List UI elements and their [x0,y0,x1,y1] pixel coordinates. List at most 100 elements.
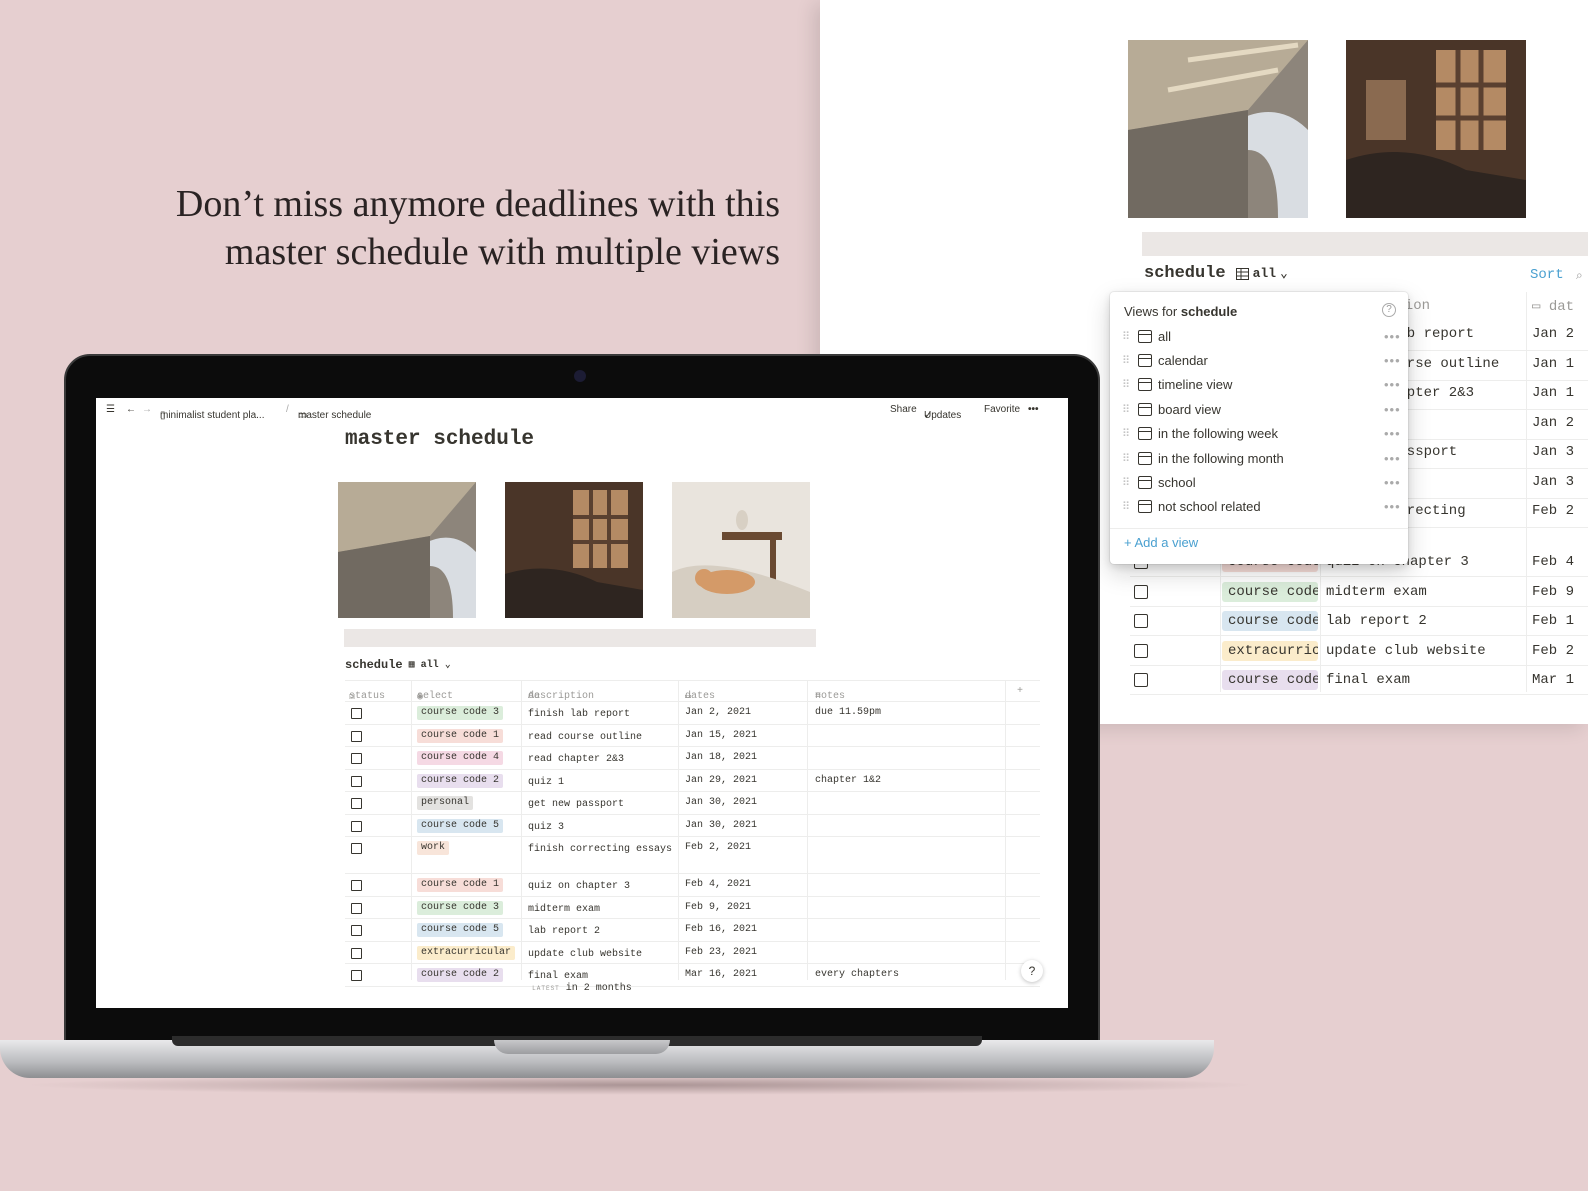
description-cell[interactable]: finish correcting essays [528,842,678,857]
menu-icon[interactable]: ☰ [106,404,115,415]
table-row[interactable]: course code 4 read chapter 2&3 Jan 18, 202… [345,747,1040,770]
date-cell[interactable]: Mar 16, 2021 [685,969,757,980]
table-row[interactable]: work finish correcting essays Feb 2, 2021 [345,837,1040,874]
drag-handle-icon[interactable]: ⠿ [1116,378,1134,391]
more-options-icon[interactable]: ••• [1384,475,1408,490]
description-cell[interactable]: finish lab report [528,707,678,722]
date-cell[interactable]: Jan 29, 2021 [685,775,757,786]
status-checkbox[interactable] [351,970,362,981]
date-cell[interactable]: Feb 16, 2021 [685,924,757,935]
table-row[interactable]: course code 1 quiz on chapter 3 Feb 4, 202… [345,874,1040,897]
view-item[interactable]: ⠿ not school related ••• [1110,495,1408,519]
description-cell[interactable]: final exam [528,969,678,984]
description-cell[interactable]: update club website [528,947,678,962]
select-tag[interactable]: course code 1 [417,878,504,892]
drag-handle-icon[interactable]: ⠿ [1116,500,1134,513]
date-cell[interactable]: Jan 18, 2021 [685,752,757,763]
select-tag[interactable]: course code 4 [417,751,504,765]
view-item[interactable]: ⠿ calendar ••• [1110,348,1408,372]
status-checkbox[interactable] [1134,614,1148,628]
notes-cell[interactable]: chapter 1&2 [815,775,881,786]
help-button[interactable]: ? [1021,960,1043,982]
description-cell[interactable]: quiz on chapter 3 [528,879,678,894]
date-cell[interactable]: Jan 30, 2021 [685,820,757,831]
share-button[interactable]: Share [890,404,917,415]
drag-handle-icon[interactable]: ⠿ [1116,476,1134,489]
date-cell[interactable]: Feb 4 [1532,554,1574,570]
status-checkbox[interactable] [351,820,362,832]
status-checkbox[interactable] [351,708,362,719]
table-row[interactable]: course code 5 quiz 3 Jan 30, 2021 [345,815,1040,837]
select-tag[interactable]: work [417,841,450,855]
date-cell[interactable]: Mar 1 [1532,672,1574,688]
table-row[interactable]: course code 3 midterm exam Feb 9, 2021 [345,897,1040,919]
status-checkbox[interactable] [1134,643,1148,658]
select-tag[interactable]: extracurricular [1222,640,1318,661]
status-checkbox[interactable] [351,798,362,809]
status-checkbox[interactable] [351,925,362,936]
date-cell[interactable]: Jan 30, 2021 [685,797,757,808]
description-cell[interactable]: get new passport [528,797,678,812]
more-options-icon[interactable]: ••• [1384,377,1408,392]
status-checkbox[interactable] [351,775,362,787]
view-switcher[interactable]: all ⌄ [1235,266,1288,281]
more-options-icon[interactable]: ••• [1028,404,1039,415]
description-cell[interactable]: final exam [1326,672,1410,688]
drag-handle-icon[interactable]: ⠿ [1116,452,1134,465]
table-row[interactable]: course code 5 lab report 2 Feb 16, 2021 [345,919,1040,942]
more-options-icon[interactable]: ••• [1384,499,1408,514]
forward-arrow-icon[interactable]: → [142,404,152,415]
date-cell[interactable]: Feb 2 [1532,643,1574,659]
date-cell[interactable]: Feb 9, 2021 [685,902,751,913]
date-cell[interactable]: Jan 2 [1532,415,1574,431]
select-tag[interactable]: course code [1222,611,1318,631]
table-row[interactable]: course code 3 finish lab report Jan 2, 202… [345,702,1040,725]
more-options-icon[interactable]: ••• [1384,402,1408,417]
back-arrow-icon[interactable]: ← [126,404,136,415]
view-item[interactable]: ⠿ school ••• [1110,470,1408,494]
status-checkbox[interactable] [351,753,362,764]
table-row[interactable]: course code 1 read course outline Jan 15, … [345,725,1040,747]
column-header-dates[interactable]: ▭ dat [1532,298,1574,315]
notes-cell[interactable]: every chapters [815,969,899,980]
drag-handle-icon[interactable]: ⠿ [1116,427,1134,440]
table-row[interactable]: course code 2 quiz 1 Jan 29, 2021 chapter 1… [345,770,1040,792]
status-checkbox[interactable] [1134,673,1148,687]
select-tag[interactable]: course code 2 [417,968,504,982]
view-item[interactable]: ⠿ in the following week ••• [1110,422,1408,446]
date-cell[interactable]: Jan 3 [1532,474,1574,490]
favorite-button[interactable]: Favorite [984,404,1020,415]
date-cell[interactable]: Jan 3 [1532,444,1574,460]
description-cell[interactable]: lab report 2 [528,924,678,939]
select-tag[interactable]: course code [1222,581,1318,602]
select-tag[interactable]: course code [1222,670,1318,690]
date-cell[interactable]: Jan 1 [1532,356,1574,372]
more-options-icon[interactable]: ••• [1384,329,1408,344]
more-options-icon[interactable]: ••• [1384,353,1408,368]
description-cell[interactable]: quiz 3 [528,820,678,835]
more-options-icon[interactable]: ••• [1384,451,1408,466]
view-item[interactable]: ⠿ board view ••• [1110,397,1408,421]
status-checkbox[interactable] [351,880,362,891]
view-item[interactable]: ⠿ in the following month ••• [1110,446,1408,470]
search-icon[interactable]: ⌕ [1576,268,1583,283]
add-view-button[interactable]: + Add a view [1124,535,1198,550]
drag-handle-icon[interactable]: ⠿ [1116,403,1134,416]
date-cell[interactable]: Feb 4, 2021 [685,879,751,890]
date-cell[interactable]: Feb 23, 2021 [685,947,757,958]
date-cell[interactable]: Jan 15, 2021 [685,730,757,741]
status-checkbox[interactable] [351,902,362,914]
select-tag[interactable]: course code 2 [417,773,504,788]
description-cell[interactable]: midterm exam [528,902,678,917]
date-cell[interactable]: Feb 2 [1532,503,1574,519]
description-cell[interactable]: quiz 1 [528,775,678,790]
status-checkbox[interactable] [351,730,362,742]
select-tag[interactable]: course code 1 [417,728,504,743]
description-cell[interactable]: midterm exam [1326,584,1427,600]
date-cell[interactable]: Feb 2, 2021 [685,842,751,853]
select-tag[interactable]: course code 3 [417,900,504,915]
select-tag[interactable]: course code 3 [417,706,504,720]
status-checkbox[interactable] [351,947,362,959]
description-cell[interactable]: update club website [1326,643,1486,659]
date-cell[interactable]: Jan 1 [1532,385,1574,401]
